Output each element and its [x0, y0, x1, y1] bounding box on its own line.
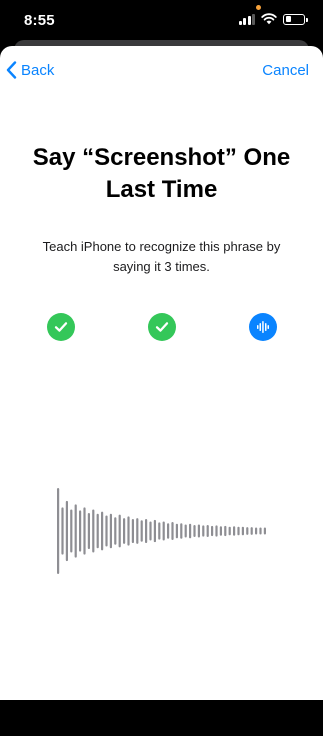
waveform-bar — [101, 511, 104, 551]
waveform-bar — [197, 524, 200, 538]
status-bar: 8:55 — [0, 0, 323, 44]
waveform-bar — [140, 520, 143, 542]
signal-bar — [238, 20, 242, 25]
waveform-bar — [65, 500, 68, 562]
battery-icon — [283, 13, 308, 25]
waveform-bar — [215, 525, 218, 537]
page-title: Say “Screenshot” One Last Time — [32, 144, 291, 203]
setup-sheet: Back Cancel Say “Screenshot” One Last Ti… — [0, 46, 323, 736]
checkmark-icon — [54, 322, 68, 332]
waveform-bar — [263, 527, 266, 535]
waveform-bar — [162, 521, 165, 541]
battery-level-fill — [285, 16, 292, 22]
waveform-bar — [118, 514, 121, 548]
cellular-signal-icon — [238, 13, 255, 25]
waveform-bar — [96, 513, 99, 549]
waveform-bar — [149, 521, 152, 541]
waveform-bar — [250, 527, 253, 535]
waveform-bar — [237, 526, 240, 536]
waveform-bar — [74, 504, 77, 558]
waveform-bar — [145, 518, 148, 544]
waveform-bar — [158, 522, 161, 540]
waveform-bar — [114, 517, 117, 545]
home-indicator[interactable] — [104, 731, 220, 736]
waveform-bar — [228, 526, 231, 536]
waveform-bar — [224, 525, 227, 537]
waveform-bar — [259, 527, 262, 535]
step-1-complete — [47, 313, 75, 341]
waveform-bar — [167, 523, 170, 539]
waveform-bar — [131, 518, 134, 544]
status-time: 8:55 — [24, 12, 55, 29]
waveform-bar — [105, 515, 108, 547]
back-button[interactable]: Back — [6, 61, 54, 79]
waveform-bar — [180, 523, 183, 539]
waveform-bar — [83, 507, 86, 555]
step-3-listening — [249, 313, 277, 341]
waveform-bar — [233, 526, 236, 536]
waveform-bar — [79, 510, 82, 552]
chevron-left-icon — [6, 61, 17, 79]
waveform-bar — [246, 527, 249, 535]
step-2-complete — [148, 313, 176, 341]
waveform-bar — [193, 524, 196, 538]
waveform-bar — [136, 518, 139, 544]
waveform-bar — [70, 509, 73, 553]
waveform-bar — [109, 513, 112, 549]
signal-bar — [252, 13, 255, 25]
back-button-label: Back — [21, 61, 55, 79]
waveform-bar — [123, 518, 126, 544]
waveform-bar — [255, 527, 258, 535]
voice-waveform — [57, 488, 266, 574]
privacy-indicator-dot — [256, 5, 261, 10]
instruction-text: Teach iPhone to recognize this phrase by… — [42, 239, 281, 274]
waveform-bar — [171, 521, 174, 541]
waveform-bar — [211, 525, 214, 537]
signal-bar — [247, 15, 251, 25]
wifi-icon — [261, 13, 277, 25]
checkmark-icon — [155, 322, 169, 332]
waveform-bar — [87, 512, 90, 550]
waveform-bar — [61, 507, 64, 555]
waveform-icon — [257, 321, 269, 333]
waveform-bar — [175, 523, 178, 539]
waveform-bar — [57, 488, 60, 574]
waveform-bar — [92, 509, 95, 553]
waveform-bar — [184, 524, 187, 538]
waveform-bar — [153, 519, 156, 543]
waveform-bar — [189, 523, 192, 539]
waveform-bar — [206, 524, 209, 538]
waveform-bar — [241, 526, 244, 536]
waveform-bar — [202, 525, 205, 537]
status-icons — [238, 13, 308, 25]
cancel-button[interactable]: Cancel — [262, 62, 309, 79]
waveform-bar — [219, 526, 222, 536]
signal-bar — [243, 18, 246, 25]
waveform-bar — [127, 516, 130, 546]
